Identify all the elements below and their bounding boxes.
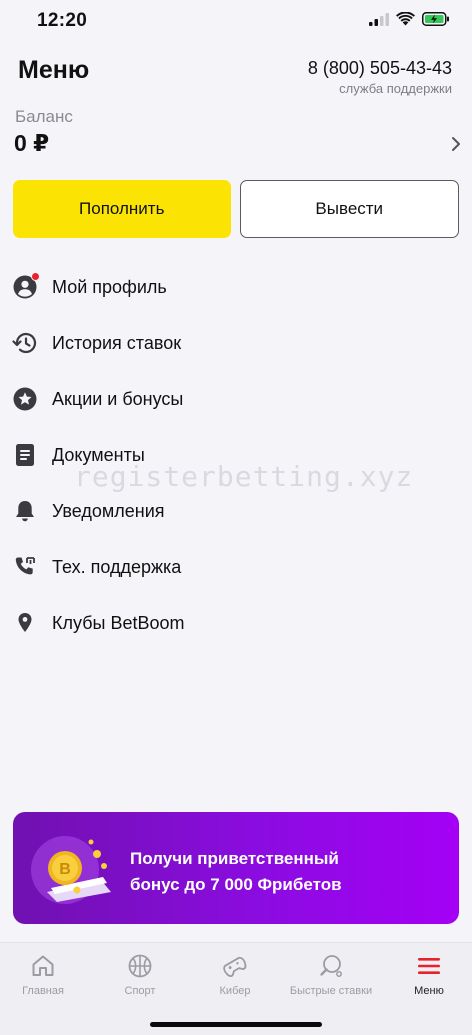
menu-item-profile[interactable]: Мой профиль: [0, 259, 472, 315]
tab-quick-bets[interactable]: Быстрые ставки: [284, 953, 378, 997]
basketball-icon: [128, 954, 152, 978]
tab-sport[interactable]: Спорт: [93, 953, 187, 997]
status-bar: 12:20: [0, 0, 472, 44]
balance-actions: Пополнить Вывести: [13, 180, 459, 238]
ping-pong-icon: [320, 955, 342, 977]
menu-item-label: История ставок: [52, 332, 182, 353]
menu-item-label: Уведомления: [52, 500, 165, 521]
menu-list: Мой профиль История ставок Акции и бонус…: [0, 259, 472, 651]
menu-icon: [418, 958, 440, 974]
bottom-tab-bar: Главная Спорт Кибер Быстрые ставки Меню: [0, 942, 472, 1035]
tab-cyber[interactable]: Кибер: [188, 953, 282, 997]
notification-dot: [31, 272, 40, 281]
home-indicator: [150, 1022, 322, 1027]
menu-item-label: Мой профиль: [52, 276, 167, 297]
menu-item-label: Клубы BetBoom: [52, 612, 185, 633]
tab-label: Спорт: [124, 985, 156, 997]
menu-item-label: Тех. поддержка: [52, 556, 182, 577]
support-caption: служба поддержки: [339, 81, 452, 96]
deposit-button[interactable]: Пополнить: [13, 180, 231, 238]
banner-line-2: бонус до 7 000 Фрибетов: [130, 875, 342, 894]
tab-label: Меню: [414, 985, 444, 997]
location-pin-icon: [12, 610, 38, 636]
withdraw-button[interactable]: Вывести: [239, 180, 459, 238]
tab-label: Кибер: [219, 985, 251, 997]
profile-icon: [12, 272, 40, 300]
status-time: 12:20: [37, 10, 88, 31]
gamepad-icon: [223, 956, 247, 977]
welcome-bonus-banner[interactable]: B Получи приветственный бонус до 7 000 Ф…: [13, 812, 459, 924]
wifi-icon: [396, 12, 415, 26]
coin-illustration: B: [31, 836, 111, 904]
balance-row[interactable]: Баланс 0 ₽: [0, 104, 472, 166]
history-icon: [12, 330, 38, 356]
tab-menu[interactable]: Меню: [382, 953, 472, 997]
menu-item-promotions[interactable]: Акции и бонусы: [0, 371, 472, 427]
phone-icon: [12, 554, 38, 580]
chevron-right-icon: [452, 137, 460, 151]
menu-item-bet-history[interactable]: История ставок: [0, 315, 472, 371]
signal-icon: [369, 12, 389, 26]
document-icon: [12, 442, 38, 468]
menu-item-clubs[interactable]: Клубы BetBoom: [0, 595, 472, 651]
tab-label: Главная: [22, 985, 64, 997]
banner-text: Получи приветственный бонус до 7 000 Фри…: [130, 846, 430, 898]
balance-label: Баланс: [15, 107, 73, 126]
page-title: Меню: [18, 56, 90, 84]
watermark: registerbetting.xyz: [74, 460, 414, 493]
status-icons: [369, 12, 450, 26]
header: Меню 8 (800) 505-43-43 служба поддержки: [0, 54, 472, 104]
tab-label: Быстрые ставки: [289, 985, 373, 997]
battery-icon: [422, 12, 449, 26]
balance-value: 0 ₽: [14, 130, 50, 156]
menu-item-label: Акции и бонусы: [52, 388, 184, 409]
star-icon: [12, 386, 38, 412]
tab-home[interactable]: Главная: [0, 953, 90, 997]
svg-text:B: B: [59, 861, 71, 878]
banner-line-1: Получи приветственный: [130, 849, 339, 868]
menu-item-support[interactable]: Тех. поддержка: [0, 539, 472, 595]
support-phone-link[interactable]: 8 (800) 505-43-43: [308, 58, 452, 79]
bell-icon: [12, 498, 38, 524]
home-icon: [32, 955, 54, 976]
